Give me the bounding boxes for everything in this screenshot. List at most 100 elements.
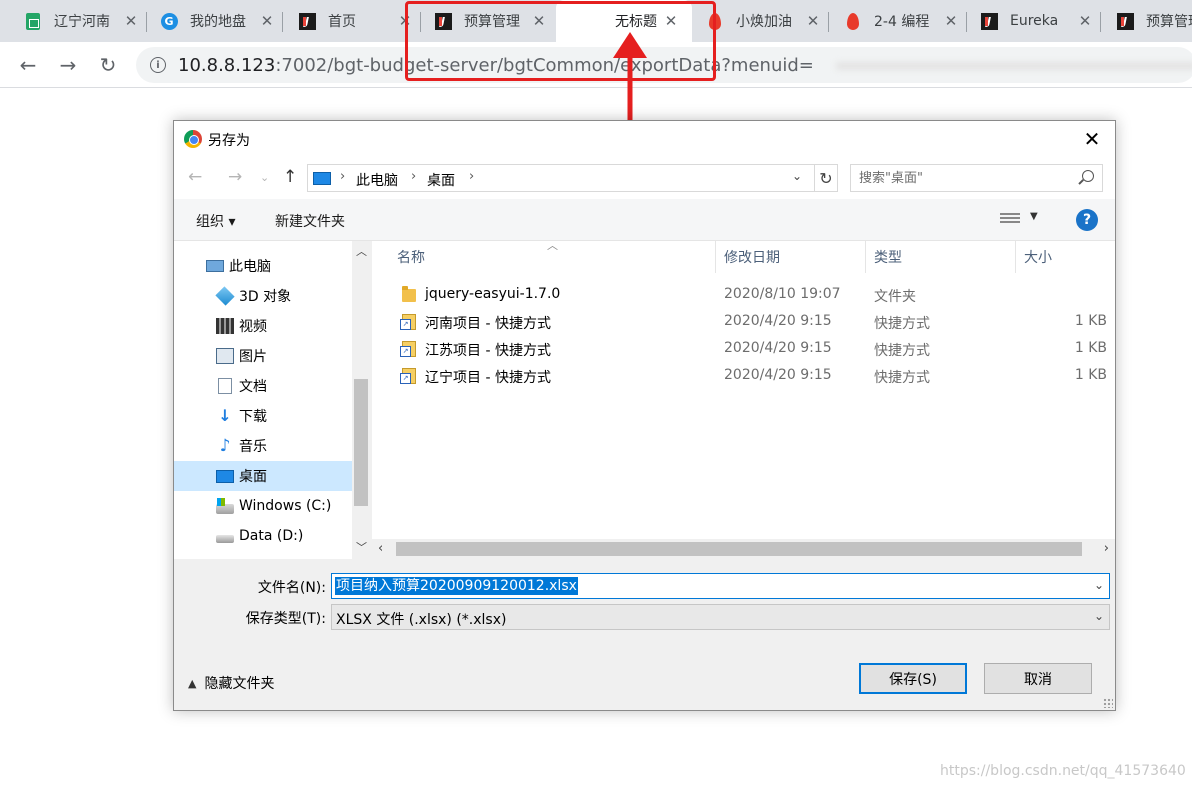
annotation-arrow [613, 32, 647, 132]
chevron-right-icon[interactable]: › [340, 169, 345, 184]
watermark-text: https://blog.csdn.net/qq_41573640 [940, 763, 1186, 779]
scroll-left-icon[interactable]: ‹ [378, 541, 383, 556]
horizontal-scrollbar[interactable]: ‹ › [372, 539, 1115, 559]
nav-item-videos[interactable]: 视频 [174, 311, 352, 341]
nav-item-label: Data (D:) [239, 528, 304, 544]
up-icon[interactable]: ↑ [283, 167, 297, 187]
close-icon[interactable]: ✕ [942, 12, 960, 30]
nav-item-windows-c[interactable]: Windows (C:) [174, 491, 352, 521]
chevron-down-icon[interactable]: ▼ [1030, 211, 1038, 222]
scrollbar-thumb[interactable] [354, 379, 368, 506]
close-icon[interactable]: ✕ [258, 12, 276, 30]
documents-icon [218, 378, 232, 394]
scroll-up-icon[interactable]: ︿ [356, 243, 367, 259]
organize-button[interactable]: 组织 ▾ [196, 211, 235, 231]
browser-tab[interactable]: G 我的地盘 ✕ [148, 0, 282, 42]
save-as-dialog: 另存为 ✕ ← → ⌄ ↑ › 此电脑 › 桌面 › ⌄ ↻ 组织 ▾ 新建文件… [173, 120, 1116, 711]
chevron-right-icon[interactable]: › [469, 169, 474, 184]
back-icon[interactable]: ← [188, 167, 202, 187]
nav-item-label: 音乐 [239, 439, 267, 455]
file-row[interactable]: 辽宁项目 - 快捷方式 2020/4/20 9:15 快捷方式 1 KB [372, 363, 1115, 390]
search-input[interactable] [859, 168, 1069, 188]
column-header-size[interactable]: 大小 [1016, 241, 1115, 273]
search-field[interactable] [850, 164, 1103, 192]
file-date: 2020/4/20 9:15 [724, 367, 832, 383]
nav-item-pictures[interactable]: 图片 [174, 341, 352, 371]
close-icon[interactable]: ✕ [1076, 12, 1094, 30]
nav-item-data-d[interactable]: Data (D:) [174, 521, 352, 551]
nav-item-label: 桌面 [239, 469, 267, 485]
column-header-date[interactable]: 修改日期 [716, 241, 866, 273]
breadcrumb-item[interactable]: 桌面 [427, 170, 455, 190]
music-icon: ♪ [219, 436, 231, 456]
nav-item-music[interactable]: ♪ 音乐 [174, 431, 352, 461]
info-icon[interactable]: i [150, 57, 166, 73]
column-header-type[interactable]: 类型 [866, 241, 1016, 273]
browser-tab[interactable]: J 首页 ✕ [286, 0, 420, 42]
back-icon[interactable]: ← [14, 51, 42, 79]
file-date: 2020/4/20 9:15 [724, 340, 832, 356]
file-row[interactable]: 江苏项目 - 快捷方式 2020/4/20 9:15 快捷方式 1 KB [372, 336, 1115, 363]
help-icon[interactable]: ? [1076, 209, 1098, 231]
file-size: 1 KB [1074, 367, 1107, 383]
filename-field[interactable]: 项目纳入预算20200909120012.xlsx ⌄ [331, 573, 1110, 599]
chevron-down-icon[interactable]: ⌄ [1094, 578, 1104, 592]
close-icon[interactable]: ✕ [1079, 126, 1105, 152]
reload-icon[interactable]: ↻ [94, 51, 122, 79]
new-folder-button[interactable]: 新建文件夹 [275, 211, 345, 231]
jetbrains-icon: J [1116, 12, 1134, 30]
save-button[interactable]: 保存(S) [859, 663, 967, 694]
nav-scrollbar[interactable]: ︿ ﹀ [352, 241, 370, 559]
dialog-titlebar[interactable]: 另存为 ✕ [174, 121, 1115, 157]
chevron-right-icon[interactable]: › [411, 169, 416, 184]
scroll-down-icon[interactable]: ﹀ [356, 539, 367, 555]
dialog-title: 另存为 [208, 133, 250, 149]
close-icon[interactable]: ✕ [122, 12, 140, 30]
chevron-down-icon[interactable]: ⌄ [1094, 609, 1104, 623]
cancel-button[interactable]: 取消 [984, 663, 1092, 694]
nav-item-this-pc[interactable]: 此电脑 [174, 251, 352, 281]
resize-grip-icon[interactable] [1103, 698, 1113, 708]
scroll-right-icon[interactable]: › [1104, 541, 1109, 556]
browser-tab[interactable]: 2-4 编程 ✕ [832, 0, 966, 42]
search-icon[interactable] [1082, 170, 1094, 182]
column-header-name[interactable]: 名称 [389, 241, 716, 273]
file-type: 快捷方式 [874, 316, 930, 332]
nav-item-downloads[interactable]: ↓ 下载 [174, 401, 352, 431]
nav-item-desktop[interactable]: 桌面 [174, 461, 352, 491]
chevron-down-icon[interactable]: ⌄ [792, 169, 802, 183]
location-box[interactable]: › 此电脑 › 桌面 › ⌄ [307, 164, 838, 192]
browser-tab[interactable]: J 预算管理 [1104, 0, 1192, 42]
nav-item-documents[interactable]: 文档 [174, 371, 352, 401]
savetype-select[interactable]: XLSX 文件 (.xlsx) (*.xlsx) ⌄ [331, 604, 1110, 630]
filename-input[interactable]: 项目纳入预算20200909120012.xlsx [335, 577, 578, 595]
sheets-icon [24, 12, 42, 30]
breadcrumb-item[interactable]: 此电脑 [356, 170, 398, 190]
file-type: 快捷方式 [874, 370, 930, 386]
nav-item-label: 下载 [239, 409, 267, 425]
hide-folders-toggle[interactable]: ▲ 隐藏文件夹 [188, 673, 274, 693]
3d-objects-icon [215, 286, 235, 306]
recent-locations-icon[interactable]: ⌄ [260, 171, 269, 184]
scrollbar-thumb[interactable] [396, 542, 1082, 556]
refresh-icon[interactable]: ↻ [814, 164, 838, 192]
tab-divider [146, 12, 147, 32]
browser-tab[interactable]: 辽宁河南 ✕ [12, 0, 146, 42]
jetbrains-icon: J [298, 12, 316, 30]
hide-folders-label: 隐藏文件夹 [204, 676, 275, 692]
file-date: 2020/4/20 9:15 [724, 313, 832, 329]
nav-item-3d-objects[interactable]: 3D 对象 [174, 281, 352, 311]
pictures-icon [216, 348, 234, 364]
forward-icon[interactable]: → [54, 51, 82, 79]
close-icon[interactable]: ✕ [804, 12, 822, 30]
flame-icon [844, 12, 862, 30]
view-options-icon[interactable] [1000, 213, 1020, 227]
shortcut-icon [400, 368, 416, 384]
browser-tab[interactable]: J Eureka ✕ [968, 0, 1100, 42]
shortcut-icon [400, 341, 416, 357]
tab-divider [966, 12, 967, 32]
file-row[interactable]: 河南项目 - 快捷方式 2020/4/20 9:15 快捷方式 1 KB [372, 309, 1115, 336]
file-row[interactable]: jquery-easyui-1.7.0 2020/8/10 19:07 文件夹 [372, 282, 1115, 309]
nav-item-label: 视频 [239, 319, 267, 335]
forward-icon[interactable]: → [228, 167, 242, 187]
